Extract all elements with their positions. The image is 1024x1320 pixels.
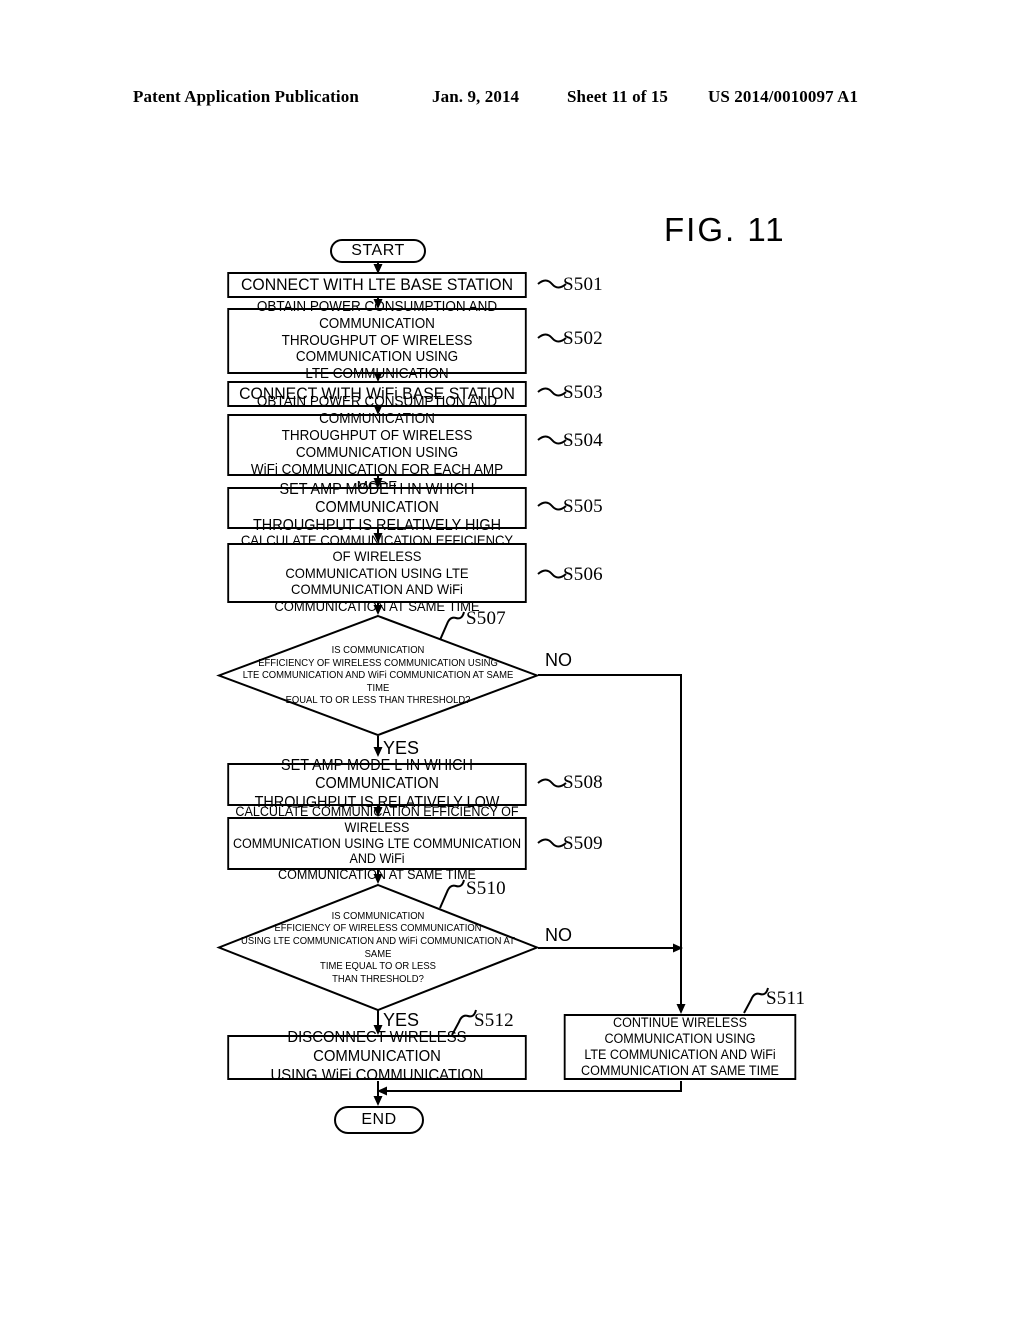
step-s501-text: CONNECT WITH LTE BASE STATION [240, 275, 514, 295]
step-s511-ref: S511 [766, 988, 806, 1009]
step-s501-ref: S501 [563, 274, 603, 295]
branch-s507-yes: YES [383, 738, 420, 758]
step-s505-box: SET AMP MODE H IN WHICH COMMUNICATION TH… [227, 481, 527, 534]
decision-s510-text: IS COMMUNICATION EFFICIENCY OF WIRELESS … [241, 909, 515, 985]
step-s509-ref: S509 [563, 833, 603, 854]
start-terminal: START [330, 239, 426, 263]
step-s505-text: SET AMP MODE H IN WHICH COMMUNICATION TH… [252, 480, 502, 535]
step-s511-box: CONTINUE WIRELESS COMMUNICATION USING LT… [563, 1014, 797, 1080]
branch-s510-no: NO [545, 925, 572, 945]
decision-s507-text: IS COMMUNICATION EFFICIENCY OF WIRELESS … [242, 644, 514, 707]
step-s508-box: SET AMP MODE L IN WHICH COMMUNICATION TH… [227, 757, 527, 811]
step-s506-box: CALCULATE COMMUNICATION EFFICIENCY OF WI… [227, 532, 527, 614]
step-s504-box: OBTAIN POWER CONSUMPTION AND COMMUNICATI… [227, 394, 527, 495]
decision-s510: IS COMMUNICATION EFFICIENCY OF WIRELESS … [216, 883, 540, 1012]
step-s509-text: CALCULATE COMMUNICATION EFFICIENCY OF WI… [232, 804, 522, 883]
decision-s507: IS COMMUNICATION EFFICIENCY OF WIRELESS … [216, 614, 540, 737]
step-s512-ref: S512 [474, 1010, 514, 1031]
step-s505-ref: S505 [563, 496, 603, 517]
step-s507-ref: S507 [466, 608, 506, 629]
step-s501-box: CONNECT WITH LTE BASE STATION [227, 272, 527, 298]
step-s502-ref: S502 [563, 328, 603, 349]
step-s506-ref: S506 [563, 564, 603, 585]
step-s509-box: CALCULATE COMMUNICATION EFFICIENCY OF WI… [227, 804, 527, 882]
step-s502-text: OBTAIN POWER CONSUMPTION AND COMMUNICATI… [256, 298, 498, 383]
step-s512-text: DISCONNECT WIRELESS COMMUNICATION USING … [270, 1029, 484, 1084]
step-s506-text: CALCULATE COMMUNICATION EFFICIENCY OF WI… [240, 532, 514, 614]
end-terminal: END [334, 1106, 424, 1134]
step-s508-ref: S508 [563, 772, 603, 793]
step-s512-box: DISCONNECT WIRELESS COMMUNICATION USING … [227, 1029, 527, 1084]
flowchart-diagram: START CONNECT WITH LTE BASE STATION S501… [0, 0, 1024, 1320]
branch-s510-yes: YES [383, 1010, 420, 1030]
branch-s507-no: NO [545, 650, 572, 670]
step-s503-ref: S503 [563, 382, 603, 403]
start-label: START [351, 242, 405, 259]
step-s511-text: CONTINUE WIRELESS COMMUNICATION USING LT… [581, 1015, 779, 1078]
step-s502-box: OBTAIN POWER CONSUMPTION AND COMMUNICATI… [227, 299, 527, 382]
step-s510-ref: S510 [466, 878, 506, 899]
end-label: END [361, 1111, 397, 1128]
step-s504-ref: S504 [563, 430, 603, 451]
